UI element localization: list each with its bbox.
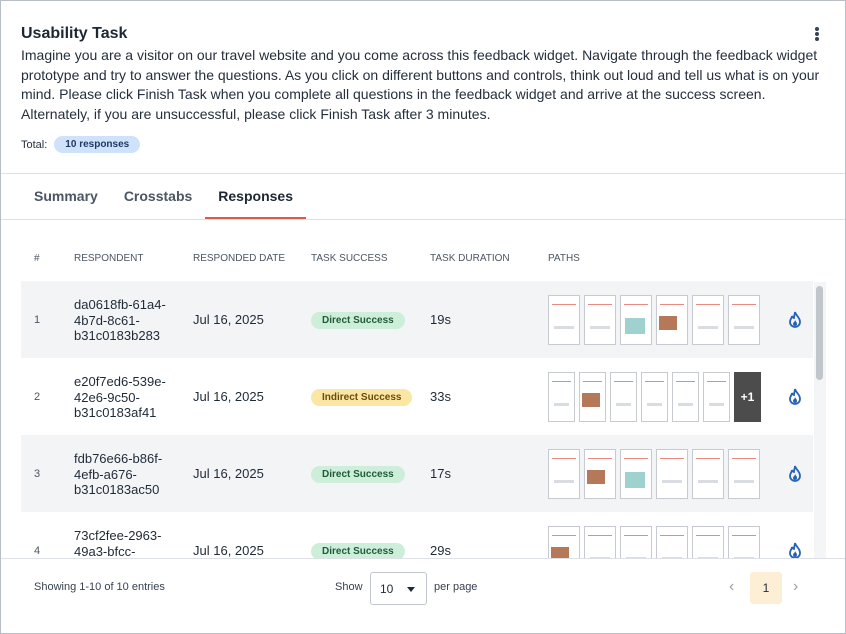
table-footer: Showing 1-10 of 10 entries Show 10 per p…	[1, 558, 845, 633]
row-number: 3	[34, 468, 41, 480]
row-number: 4	[34, 545, 41, 557]
page-button-current[interactable]: 1	[750, 572, 782, 604]
path-thumbnails: +1	[548, 372, 761, 422]
column-header-respondent[interactable]: RESPONDENT	[74, 253, 143, 264]
caret-down-icon	[407, 587, 415, 592]
path-screen-thumbnail[interactable]	[548, 295, 580, 345]
table-row[interactable]: 3 fdb76e66-b86f-4efb-a676-b31c0183ac50 J…	[21, 435, 813, 512]
path-screen-thumbnail[interactable]	[672, 372, 699, 422]
chevron-left-icon[interactable]: ‹	[729, 578, 734, 596]
task-duration: 19s	[430, 312, 451, 327]
total-responses: Total: 10 responses	[21, 136, 141, 153]
table-row[interactable]: 1 da0618fb-61a4-4b7d-8c61-b31c0183b283 J…	[21, 281, 813, 358]
table-row[interactable]: 4 73cf2fee-2963-49a3-bfcc- Jul 16, 2025 …	[21, 512, 813, 558]
path-thumbnails	[548, 449, 760, 499]
column-header-number[interactable]: #	[34, 253, 40, 264]
divider	[1, 219, 845, 220]
path-screen-thumbnail[interactable]	[728, 295, 760, 345]
page-title: Usability Task	[21, 25, 128, 42]
respondent-id: e20f7ed6-539e-42e6-9c50-b31c0183af41	[74, 374, 166, 420]
path-screen-thumbnail[interactable]	[584, 295, 616, 345]
path-screen-thumbnail[interactable]	[692, 295, 724, 345]
page-size-value: 10	[380, 582, 394, 596]
chevron-right-icon[interactable]: ›	[793, 578, 798, 596]
task-duration: 33s	[430, 389, 451, 404]
path-screen-thumbnail[interactable]	[692, 526, 724, 558]
path-screen-thumbnail[interactable]	[610, 372, 637, 422]
column-header-task-duration[interactable]: TASK DURATION	[430, 253, 510, 264]
responses-table: 1 da0618fb-61a4-4b7d-8c61-b31c0183b283 J…	[21, 281, 813, 558]
status-badge: Direct Success	[311, 543, 405, 558]
row-number: 1	[34, 314, 41, 326]
path-screen-thumbnail[interactable]	[656, 526, 688, 558]
path-screen-thumbnail[interactable]	[584, 526, 616, 558]
flame-icon[interactable]	[787, 465, 803, 483]
column-header-paths: PATHS	[548, 253, 580, 264]
status-badge: Indirect Success	[311, 389, 413, 406]
status-badge: Direct Success	[311, 312, 405, 329]
tab-summary[interactable]: Summary	[21, 174, 111, 219]
flame-icon[interactable]	[787, 311, 803, 329]
show-label: Show	[335, 581, 363, 593]
responded-date: Jul 16, 2025	[193, 543, 264, 558]
path-screen-thumbnail[interactable]	[548, 449, 580, 499]
column-header-task-success[interactable]: TASK SUCCESS	[311, 253, 388, 264]
table-row[interactable]: 2 e20f7ed6-539e-42e6-9c50-b31c0183af41 J…	[21, 358, 813, 435]
path-screen-thumbnail[interactable]	[579, 372, 606, 422]
task-duration: 29s	[430, 543, 451, 558]
per-page-label: per page	[434, 581, 478, 593]
total-label: Total:	[21, 138, 48, 151]
path-screen-thumbnail[interactable]	[548, 372, 575, 422]
panel-header: Usability Task	[21, 25, 827, 43]
usability-task-panel: Usability Task Imagine you are a visitor…	[0, 0, 846, 634]
path-screen-thumbnail[interactable]	[656, 449, 688, 499]
path-thumbnails	[548, 526, 760, 558]
path-screen-thumbnail[interactable]	[703, 372, 730, 422]
path-screen-thumbnail[interactable]	[620, 295, 652, 345]
column-header-date[interactable]: RESPONDED DATE	[193, 253, 285, 264]
path-thumbnails	[548, 295, 760, 345]
status-badge: Direct Success	[311, 466, 405, 483]
respondent-id: 73cf2fee-2963-49a3-bfcc-	[74, 528, 162, 558]
path-screen-thumbnail[interactable]	[641, 372, 668, 422]
responded-date: Jul 16, 2025	[193, 312, 264, 327]
kebab-menu-icon[interactable]	[814, 27, 820, 43]
path-screen-thumbnail[interactable]	[584, 449, 616, 499]
row-number: 2	[34, 391, 41, 403]
total-badge: 10 responses	[54, 136, 141, 153]
path-screen-thumbnail[interactable]	[620, 449, 652, 499]
path-screen-thumbnail[interactable]	[548, 526, 580, 558]
task-duration: 17s	[430, 466, 451, 481]
responded-date: Jul 16, 2025	[193, 389, 264, 404]
flame-icon[interactable]	[787, 542, 803, 558]
tab-crosstabs[interactable]: Crosstabs	[111, 174, 205, 219]
respondent-id: da0618fb-61a4-4b7d-8c61-b31c0183b283	[74, 297, 166, 343]
table-scrollbar[interactable]	[814, 282, 826, 558]
flame-icon[interactable]	[787, 388, 803, 406]
respondent-id: fdb76e66-b86f-4efb-a676-b31c0183ac50	[74, 451, 163, 497]
path-screen-thumbnail[interactable]	[728, 449, 760, 499]
more-paths-thumbnail[interactable]: +1	[734, 372, 761, 422]
path-screen-thumbnail[interactable]	[620, 526, 652, 558]
path-screen-thumbnail[interactable]	[728, 526, 760, 558]
responded-date: Jul 16, 2025	[193, 466, 264, 481]
task-description: Imagine you are a visitor on our travel …	[21, 47, 820, 122]
page-size-select[interactable]: 10	[370, 572, 427, 605]
tab-bar: Summary Crosstabs Responses	[21, 174, 306, 219]
entries-summary: Showing 1-10 of 10 entries	[34, 581, 165, 593]
path-screen-thumbnail[interactable]	[656, 295, 688, 345]
tab-responses[interactable]: Responses	[205, 174, 306, 219]
scrollbar-thumb[interactable]	[816, 286, 823, 380]
path-screen-thumbnail[interactable]	[692, 449, 724, 499]
